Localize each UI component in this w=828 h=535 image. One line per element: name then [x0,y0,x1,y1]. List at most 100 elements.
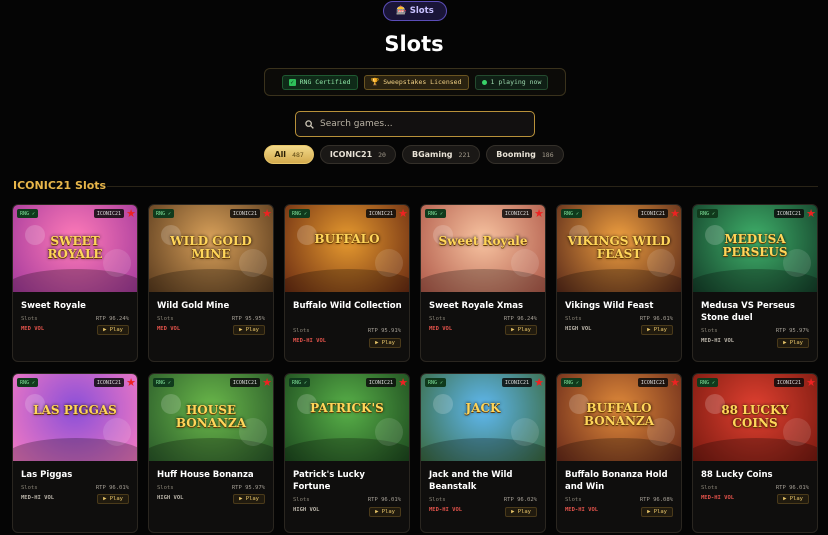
game-thumbnail[interactable]: VIKINGS WILD FEAST RNG ✓ ICONIC21 ★ [557,205,681,292]
game-logo: HOUSE BONANZA [175,403,247,430]
game-card[interactable]: BUFFALO BONANZA RNG ✓ ICONIC21 ★ Buffalo… [556,373,682,533]
play-button[interactable]: ▶ Play [641,325,673,335]
game-card[interactable]: SWEET ROYALE RNG ✓ ICONIC21 ★ Sweet Roya… [12,204,138,362]
game-logo: SWEET ROYALE [47,234,103,261]
rng-badge: RNG ✓ [697,378,719,387]
game-logo: JACK [465,401,501,415]
rng-badge: RNG ✓ [561,378,583,387]
game-thumbnail[interactable]: LAS PIGGAS RNG ✓ ICONIC21 ★ [13,374,137,461]
game-info: Patrick's Lucky Fortune Slots RTP 96.01%… [285,461,409,532]
featured-star-icon: ★ [670,376,680,389]
play-button[interactable]: ▶ Play [505,507,537,517]
play-button[interactable]: ▶ Play [97,325,129,335]
play-button[interactable]: ▶ Play [369,338,401,348]
search-icon [305,119,314,129]
game-thumbnail[interactable]: WILD GOLD MINE RNG ✓ ICONIC21 ★ [149,205,273,292]
play-button[interactable]: ▶ Play [777,338,809,348]
game-info: Medusa VS Perseus Stone duel Slots RTP 9… [693,292,817,361]
provider-badge: ICONIC21 [773,209,804,218]
play-button[interactable]: ▶ Play [233,494,265,504]
game-card[interactable]: PATRICK'S RNG ✓ ICONIC21 ★ Patrick's Luc… [284,373,410,533]
rng-certified-badge: ✓ RNG Certified [281,74,358,90]
game-art [285,225,409,292]
featured-star-icon: ★ [126,376,136,389]
game-card[interactable]: WILD GOLD MINE RNG ✓ ICONIC21 ★ Wild Gol… [148,204,274,362]
rng-badge: RNG ✓ [697,209,719,218]
featured-star-icon: ★ [806,376,816,389]
filter-label: ICONIC21 [329,150,373,159]
play-button[interactable]: ▶ Play [641,507,673,517]
game-card[interactable]: MEDUSA PERSEUS RNG ✓ ICONIC21 ★ Medusa V… [692,204,818,362]
game-card[interactable]: VIKINGS WILD FEAST RNG ✓ ICONIC21 ★ Viki… [556,204,682,362]
filter-iconic21[interactable]: ICONIC21 20 [319,145,396,164]
game-info: Vikings Wild Feast Slots RTP 96.01% HIGH… [557,292,681,361]
featured-star-icon: ★ [262,207,272,220]
game-card[interactable]: LAS PIGGAS RNG ✓ ICONIC21 ★ Las Piggas S… [12,373,138,533]
game-thumbnail[interactable]: JACK RNG ✓ ICONIC21 ★ [421,374,545,461]
playing-now-badge: 1 playing now [474,74,549,90]
game-card[interactable]: JACK RNG ✓ ICONIC21 ★ Jack and the Wild … [420,373,546,533]
featured-star-icon: ★ [262,376,272,389]
game-thumbnail[interactable]: SWEET ROYALE RNG ✓ ICONIC21 ★ [13,205,137,292]
game-logo: VIKINGS WILD FEAST [567,234,671,261]
rng-badge: RNG ✓ [153,209,175,218]
sweepstakes-badge: 🏆 Sweepstakes Licensed [363,74,469,90]
game-logo: 88 LUCKY COINS [721,403,789,430]
game-logo: MEDUSA PERSEUS [722,232,788,259]
rng-badge: RNG ✓ [153,378,175,387]
section-divider [107,186,818,187]
game-thumbnail[interactable]: BUFFALO RNG ✓ ICONIC21 ★ [285,205,409,292]
game-thumbnail[interactable]: HOUSE BONANZA RNG ✓ ICONIC21 ★ [149,374,273,461]
game-name: Buffalo Wild Collection [293,301,402,311]
play-button[interactable]: ▶ Play [97,494,129,504]
filter-label: Booming [496,150,536,159]
filter-bgaming[interactable]: BGaming 221 [401,145,481,164]
game-rtp: RTP 96.24% [503,316,537,322]
play-button[interactable]: ▶ Play [369,507,401,517]
game-logo: Sweet Royale [438,234,528,248]
game-card[interactable]: HOUSE BONANZA RNG ✓ ICONIC21 ★ Huff Hous… [148,373,274,533]
game-info: Sweet Royale Xmas Slots RTP 96.24% MED V… [421,292,545,361]
rng-badge: RNG ✓ [289,209,311,218]
search-box[interactable] [295,111,535,137]
game-logo: PATRICK'S [310,401,384,415]
slots-pill[interactable]: 🎰 Slots [383,1,447,21]
game-info: Buffalo Wild Collection Slots RTP 95.91%… [285,292,409,361]
provider-badge: ICONIC21 [365,209,396,218]
game-info: Huff House Bonanza Slots RTP 95.97% HIGH… [149,461,273,532]
badge-label: 1 playing now [490,78,542,86]
game-thumbnail[interactable]: 88 LUCKY COINS RNG ✓ ICONIC21 ★ [693,374,817,461]
game-rtp: RTP 96.01% [367,497,401,503]
filter-all[interactable]: All 487 [264,145,314,164]
filter-count: 20 [378,150,386,159]
game-rtp: RTP 96.02% [503,497,537,503]
game-card[interactable]: 88 LUCKY COINS RNG ✓ ICONIC21 ★ 88 Lucky… [692,373,818,533]
game-card[interactable]: Sweet Royale RNG ✓ ICONIC21 ★ Sweet Roya… [420,204,546,362]
play-button[interactable]: ▶ Play [233,325,265,335]
filter-count: 487 [292,150,304,159]
provider-badge: ICONIC21 [501,209,532,218]
provider-badge: ICONIC21 [773,378,804,387]
game-logo: LAS PIGGAS [33,403,117,417]
section-title: ICONIC21 Slots [13,179,107,192]
game-card[interactable]: BUFFALO RNG ✓ ICONIC21 ★ Buffalo Wild Co… [284,204,410,362]
filter-label: BGaming [411,150,453,159]
play-button[interactable]: ▶ Play [505,325,537,335]
play-button[interactable]: ▶ Play [777,494,809,504]
game-info: Sweet Royale Slots RTP 96.24% MED VOL ▶ … [13,292,137,361]
game-info: Jack and the Wild Beanstalk Slots RTP 96… [421,461,545,532]
search-input[interactable] [320,119,520,129]
provider-badge: ICONIC21 [229,209,260,218]
rng-badge: RNG ✓ [289,378,311,387]
game-name: Buffalo Bonanza Hold and Win [565,470,668,492]
game-thumbnail[interactable]: MEDUSA PERSEUS RNG ✓ ICONIC21 ★ [693,205,817,292]
game-logo: BUFFALO BONANZA [583,401,655,428]
game-thumbnail[interactable]: Sweet Royale RNG ✓ ICONIC21 ★ [421,205,545,292]
game-name: Sweet Royale Xmas [429,301,524,311]
game-rtp: RTP 95.95% [231,316,265,322]
game-name: Vikings Wild Feast [565,301,654,311]
game-rtp: RTP 96.08% [639,497,673,503]
game-thumbnail[interactable]: PATRICK'S RNG ✓ ICONIC21 ★ [285,374,409,461]
filter-booming[interactable]: Booming 186 [486,145,564,164]
game-thumbnail[interactable]: BUFFALO BONANZA RNG ✓ ICONIC21 ★ [557,374,681,461]
